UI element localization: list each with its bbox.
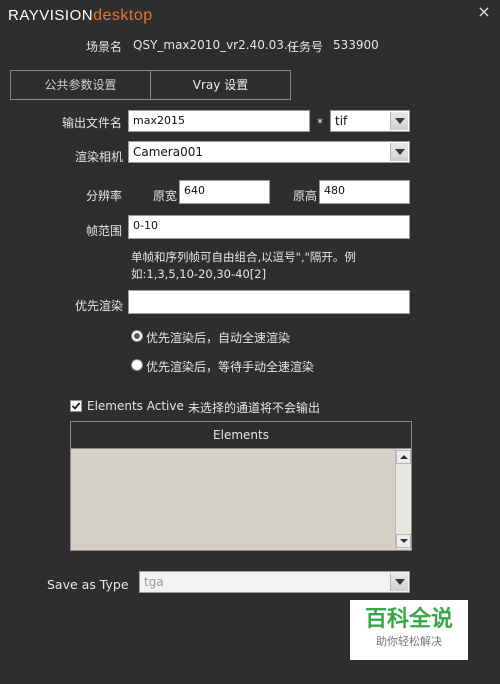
elements-header: Elements <box>70 421 412 449</box>
output-format-value: tif <box>335 114 348 128</box>
width-label: 原宽 <box>153 189 178 203</box>
resolution-label: 分辨率 <box>86 189 123 203</box>
close-button[interactable]: × <box>474 2 494 22</box>
save-as-type-select[interactable]: tga <box>139 571 410 593</box>
output-star: * <box>317 116 323 130</box>
save-as-type-value: tga <box>144 575 164 589</box>
scene-label: 场景名 <box>86 40 123 54</box>
watermark-title: 百科全说 <box>364 607 453 632</box>
close-icon: × <box>477 2 491 21</box>
height-input[interactable]: 480 <box>319 180 410 204</box>
app-logo: RAYVISIONdesktop <box>8 6 153 25</box>
tab-common-settings[interactable]: 公共参数设置 <box>10 70 151 100</box>
scroll-down-button[interactable] <box>396 534 411 548</box>
camera-label: 渲染相机 <box>75 150 124 164</box>
scroll-up-button[interactable] <box>396 450 411 464</box>
chevron-down-icon[interactable] <box>390 112 408 130</box>
elements-active-checkbox[interactable] <box>70 400 82 412</box>
elements-active-label: Elements Active <box>87 399 184 413</box>
tab-vray-settings[interactable]: Vray 设置 <box>150 70 291 100</box>
elements-list[interactable] <box>70 449 412 551</box>
priority-render-input[interactable] <box>128 290 410 314</box>
output-filename-input[interactable]: max2015 <box>128 110 310 132</box>
radio-manual-render[interactable] <box>131 359 143 371</box>
watermark-badge: 百科全说 助你轻松解决 <box>350 600 468 660</box>
output-format-select[interactable]: tif <box>330 110 410 132</box>
tab-common-label: 公共参数设置 <box>44 78 117 92</box>
watermark-subtitle: 助你轻松解决 <box>376 635 442 648</box>
radio-manual-render-label: 优先渲染后，等待手动全速渲染 <box>146 360 315 374</box>
save-as-type-label: Save as Type <box>47 577 129 592</box>
frame-range-label: 帧范围 <box>86 224 123 238</box>
arrow-up-icon <box>400 455 408 459</box>
chevron-down-icon[interactable] <box>390 143 408 161</box>
output-filename-label: 输出文件名 <box>62 116 123 130</box>
camera-select[interactable]: Camera001 <box>128 141 410 163</box>
chevron-down-icon[interactable] <box>390 573 408 591</box>
camera-value: Camera001 <box>133 145 203 159</box>
width-input[interactable]: 640 <box>179 180 270 204</box>
task-label: 任务号 <box>287 40 324 54</box>
frame-range-input[interactable]: 0-10 <box>128 215 410 239</box>
frame-range-hint-1: 单帧和序列帧可自由组合,以逗号","隔开。例 <box>131 250 356 264</box>
elements-scrollbar[interactable] <box>395 449 411 549</box>
brand-rayvision: RAYVISION <box>8 7 94 24</box>
tab-vray-label: Vray 设置 <box>192 78 249 92</box>
height-label: 原高 <box>293 189 318 203</box>
arrow-down-icon <box>400 539 408 543</box>
elements-header-label: Elements <box>213 428 269 442</box>
elements-note: 未选择的通道将不会输出 <box>188 401 321 415</box>
scene-value: QSY_max2010_vr2.40.03... <box>133 38 296 52</box>
radio-auto-render[interactable] <box>131 330 143 342</box>
brand-desktop: desktop <box>93 7 153 24</box>
check-icon <box>71 402 81 410</box>
radio-auto-render-label: 优先渲染后，自动全速渲染 <box>146 331 291 345</box>
task-value: 533900 <box>333 38 379 52</box>
priority-render-label: 优先渲染 <box>75 299 124 313</box>
frame-range-hint-2: 如:1,3,5,10-20,30-40[2] <box>131 267 267 281</box>
